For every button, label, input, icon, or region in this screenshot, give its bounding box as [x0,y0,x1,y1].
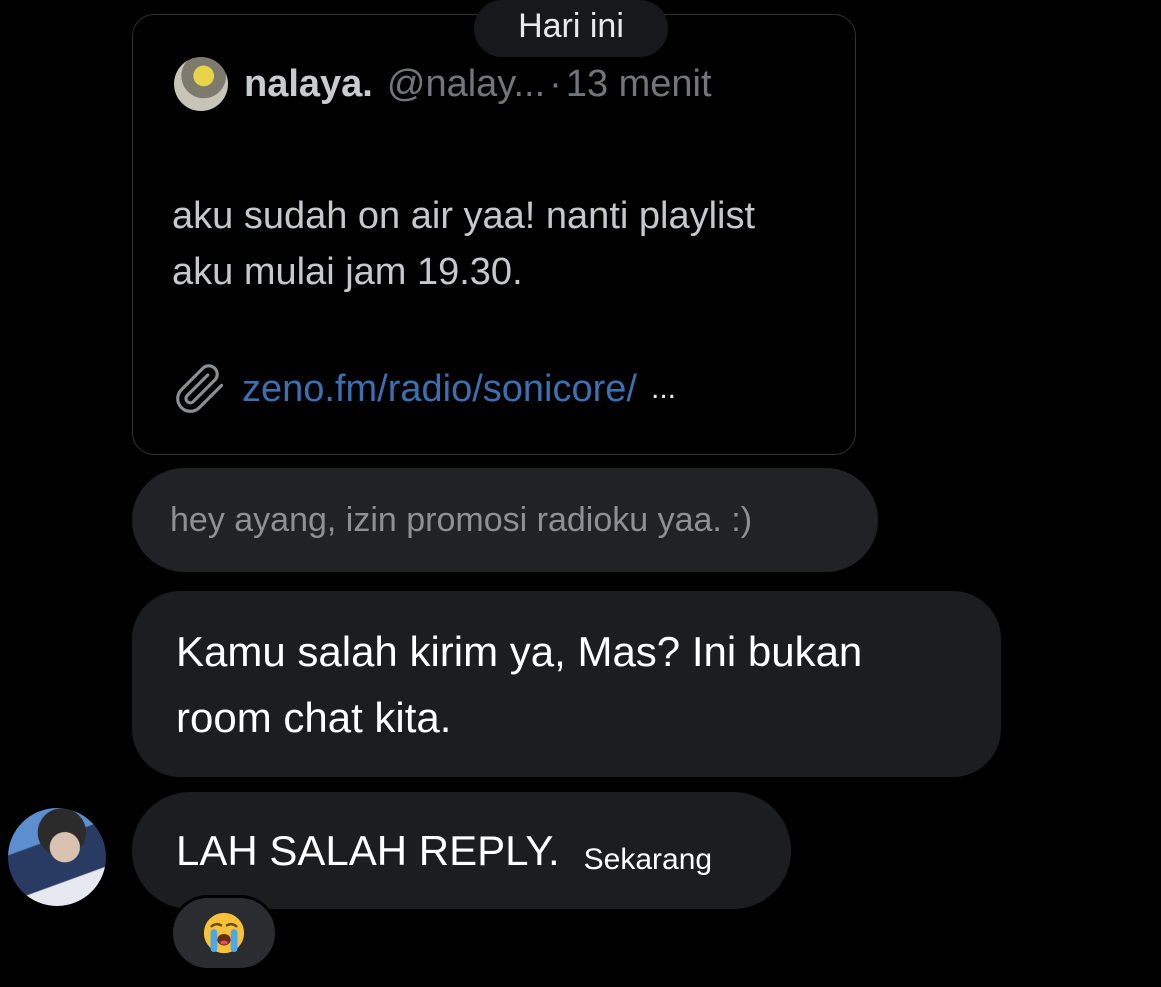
tweet-author-avatar[interactable] [174,57,228,111]
message-bubble-latest[interactable]: LAH SALAH REPLY. Sekarang [132,792,791,909]
reaction-pill[interactable] [170,895,278,971]
tweet-author-handle: @nalay... [386,62,546,105]
tweet-author-name[interactable]: nalaya. [244,63,373,106]
tweet-link-row[interactable]: zeno.fm/radio/sonicore/ ... [172,360,676,418]
message-timestamp: Sekarang [583,842,713,876]
message-bubble-caption[interactable]: hey ayang, izin promosi radioku yaa. :) [132,468,878,572]
separator-dot: · [549,62,562,105]
sender-avatar[interactable] [8,808,106,906]
tweet-header: nalaya. @nalay... · 13 menit [174,56,712,112]
message-bubble[interactable]: Kamu salah kirim ya, Mas? Ini bukan room… [132,591,1001,777]
tweet-body: aku sudah on air yaa! nanti playlist aku… [172,195,756,293]
date-separator: Hari ini [474,0,668,57]
tweet-timestamp: 13 menit [565,62,712,105]
loudly-crying-face-icon [203,912,245,954]
dm-conversation: Hari ini nalaya. @nalay... · 13 menit ak… [0,0,1161,987]
paperclip-icon [176,364,224,413]
link-ellipsis: ... [650,372,676,405]
tweet-link[interactable]: zeno.fm/radio/sonicore/ [242,368,637,411]
message-text: LAH SALAH REPLY. [176,826,560,874]
